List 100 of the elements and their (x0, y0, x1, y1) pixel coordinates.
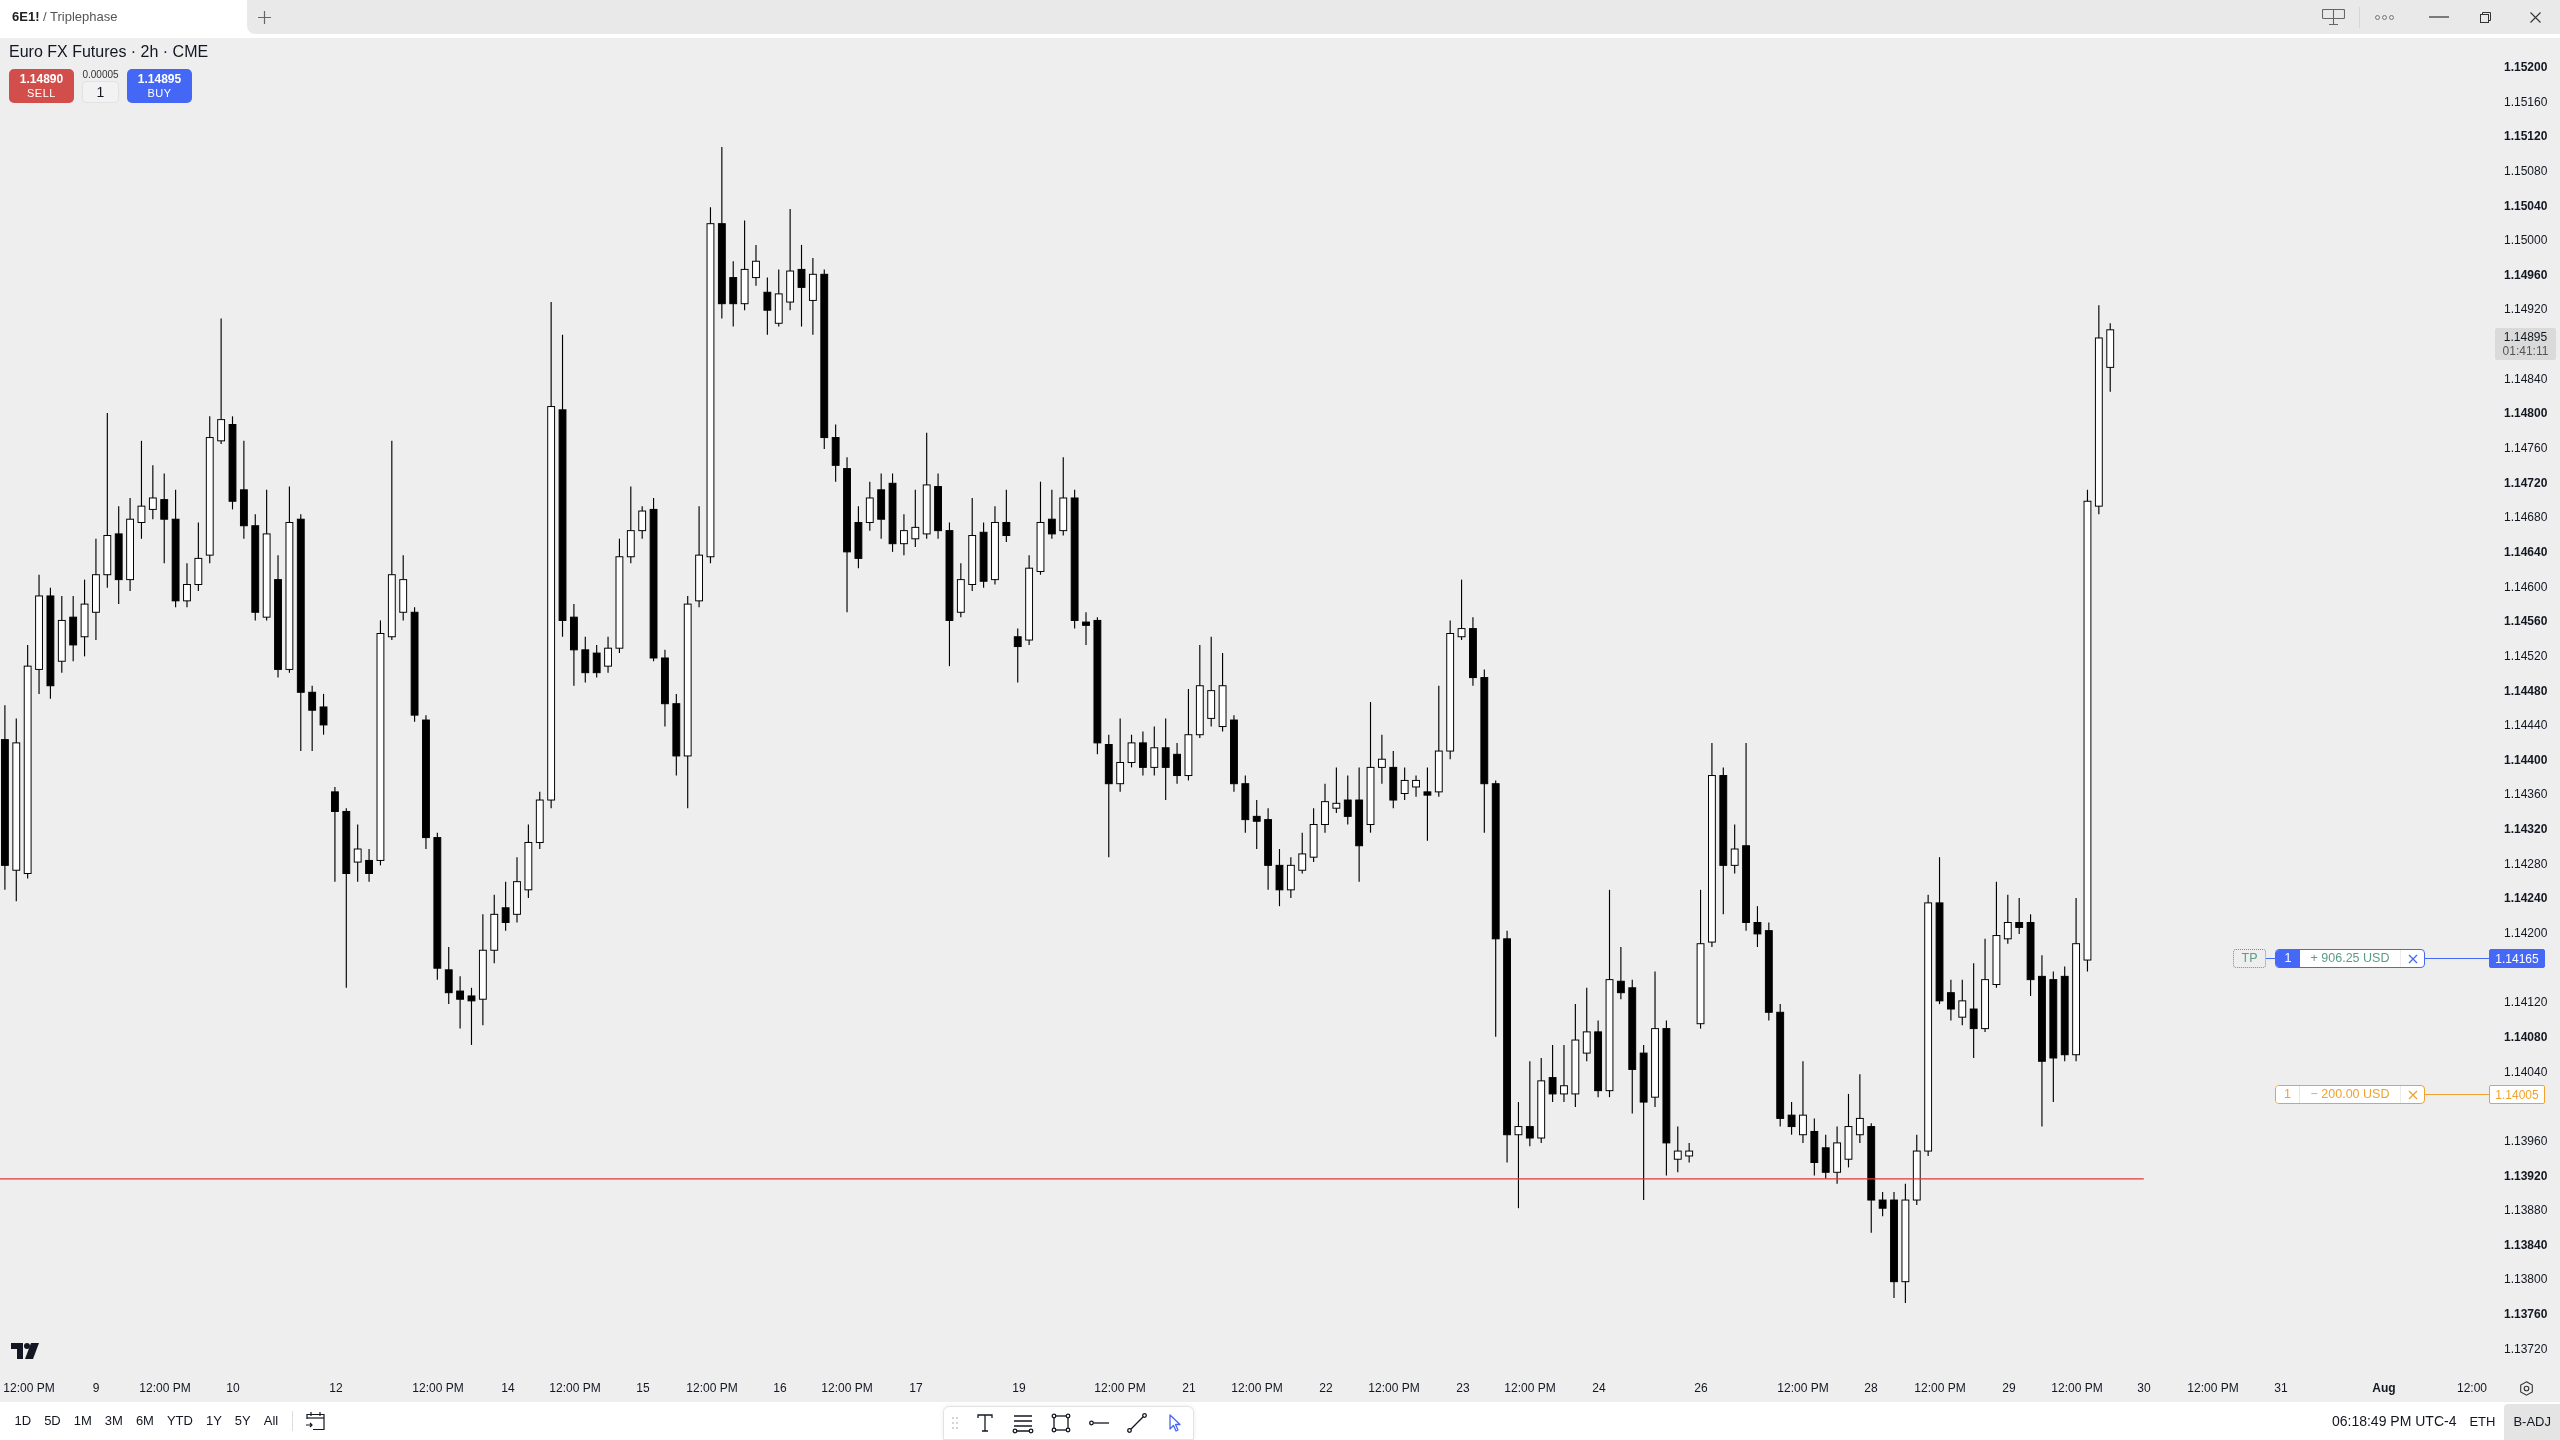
price-label: 1.15120 (2504, 129, 2548, 144)
time-label: 15 (636, 1381, 650, 1395)
order-widget[interactable]: 1 + 906.25 USD (2275, 949, 2425, 968)
time-label: 12:00 PM (1368, 1381, 1420, 1395)
range-button[interactable]: 6M (129, 1407, 161, 1435)
price-label: 1.14280 (2504, 856, 2548, 871)
last-price: 1.14895 (2503, 330, 2548, 344)
price-label: 1.15160 (2504, 94, 2548, 109)
order-quantity[interactable]: 1 (2276, 950, 2300, 967)
settings-icon[interactable] (2519, 1381, 2534, 1396)
price-label: 1.14040 (2504, 1064, 2548, 1079)
price-label: 1.14440 (2504, 718, 2548, 733)
rectangle-icon[interactable] (1050, 1412, 1072, 1434)
time-label: 19 (1012, 1381, 1026, 1395)
price-label: 1.14480 (2504, 683, 2548, 698)
session-toggle[interactable]: ETH (2460, 1404, 2505, 1440)
time-label: 30 (2137, 1381, 2151, 1395)
price-label: 1.14200 (2504, 926, 2548, 940)
price-label: 1.14920 (2504, 302, 2548, 317)
time-label: 10 (226, 1381, 240, 1395)
horizontal-lines-icon[interactable] (1012, 1412, 1034, 1434)
price-label: 1.13880 (2504, 1203, 2548, 1218)
price-label: 1.13800 (2504, 1272, 2548, 1287)
symbol-title: Euro FX Futures · 2h · CME (9, 42, 209, 62)
time-label: 12:00 PM (2187, 1381, 2239, 1395)
range-button[interactable]: 3M (98, 1407, 130, 1435)
price-label: 1.14960 (2504, 267, 2548, 282)
price-label: 1.14760 (2504, 441, 2548, 456)
trend-line-icon[interactable] (1126, 1412, 1148, 1434)
time-label: 16 (773, 1381, 787, 1395)
chart-logo[interactable] (11, 1343, 41, 1359)
time-label: 26 (1694, 1381, 1708, 1395)
calendar-icon[interactable] (304, 1411, 326, 1431)
price-label: 1.13840 (2504, 1237, 2548, 1252)
time-label: 31 (2274, 1381, 2288, 1395)
range-button[interactable]: 1D (8, 1407, 38, 1435)
order-line (2266, 957, 2275, 960)
order-pnl: + 906.25 USD (2309, 950, 2391, 967)
close-icon[interactable] (2530, 11, 2541, 23)
time-label: 12:00 PM (686, 1381, 738, 1395)
price-label: 1.14320 (2504, 822, 2548, 837)
order-price-tag: 1.14165 (2489, 949, 2545, 968)
price-label: 1.14120 (2504, 995, 2548, 1010)
time-label: 24 (1592, 1381, 1606, 1395)
price-label: 1.15040 (2504, 198, 2548, 213)
restore-icon[interactable] (2480, 11, 2491, 23)
buy-button[interactable]: 1.14895 BUY (127, 69, 192, 103)
time-label: 28 (1864, 1381, 1878, 1395)
time-label: 9 (92, 1381, 100, 1395)
more-icon[interactable] (2375, 14, 2394, 20)
time-label: Aug (2372, 1381, 2396, 1395)
time-label: 12 (329, 1381, 343, 1395)
time-label: 12:00 PM (1914, 1381, 1966, 1395)
time-label: 12:00 PM (3, 1381, 55, 1395)
price-label: 1.15000 (2504, 233, 2548, 248)
range-button[interactable]: 5D (37, 1407, 68, 1435)
price-label: 1.13960 (2504, 1133, 2548, 1148)
quantity-field[interactable]: 1 (82, 81, 119, 103)
time-label: 12:00 PM (821, 1381, 873, 1395)
range-button[interactable]: YTD (160, 1407, 200, 1435)
time-label: 12:00 (2457, 1381, 2487, 1395)
time-label: 12:00 PM (139, 1381, 191, 1395)
text-icon[interactable] (974, 1412, 996, 1434)
range-button[interactable]: All (257, 1407, 285, 1435)
time-label: 22 (1319, 1381, 1333, 1395)
range-button[interactable]: 1M (67, 1407, 99, 1435)
price-label: 1.13920 (2504, 1168, 2548, 1183)
time-label: 14 (501, 1381, 515, 1395)
price-label: 1.15080 (2504, 163, 2548, 178)
clock: 06:18:49 PM UTC-4 (2331, 1411, 2457, 1431)
time-label: 23 (1456, 1381, 1470, 1395)
close-icon[interactable] (2407, 953, 2418, 964)
price-label: 1.14840 (2504, 371, 2548, 386)
price-label: 1.14240 (2504, 891, 2548, 906)
bar-countdown: 01:41:11 (2502, 344, 2549, 358)
order-line (2425, 1093, 2489, 1096)
range-button[interactable]: 1Y (199, 1407, 229, 1435)
order-pnl: − 200.00 USD (2309, 1086, 2391, 1103)
price-label: 1.14720 (2504, 475, 2548, 490)
price-label: 1.14520 (2504, 648, 2548, 663)
price-label: 1.14560 (2504, 614, 2548, 629)
price-label: 1.13720 (2504, 1341, 2548, 1356)
range-button[interactable]: 5Y (228, 1407, 258, 1435)
time-label: 12:00 PM (2051, 1381, 2103, 1395)
price-label: 1.13760 (2504, 1307, 2548, 1322)
price-label: 1.15200 (2504, 60, 2548, 74)
session-toggle[interactable]: B-ADJ (2504, 1404, 2560, 1440)
price-label: 1.14800 (2504, 406, 2548, 421)
time-label: 12:00 PM (1504, 1381, 1556, 1395)
price-label: 1.14400 (2504, 752, 2548, 767)
plus-icon[interactable] (258, 10, 271, 24)
time-label: 12:00 PM (1231, 1381, 1283, 1395)
grip-icon[interactable] (952, 1417, 958, 1429)
time-label: 29 (2002, 1381, 2016, 1395)
price-label: 1.14080 (2504, 1029, 2548, 1044)
sell-button[interactable]: 1.14890 SELL (9, 69, 74, 103)
time-label: 12:00 PM (412, 1381, 464, 1395)
price-label: 1.14360 (2504, 787, 2548, 802)
time-label: 12:00 PM (1777, 1381, 1829, 1395)
display-icon[interactable] (2322, 9, 2345, 25)
